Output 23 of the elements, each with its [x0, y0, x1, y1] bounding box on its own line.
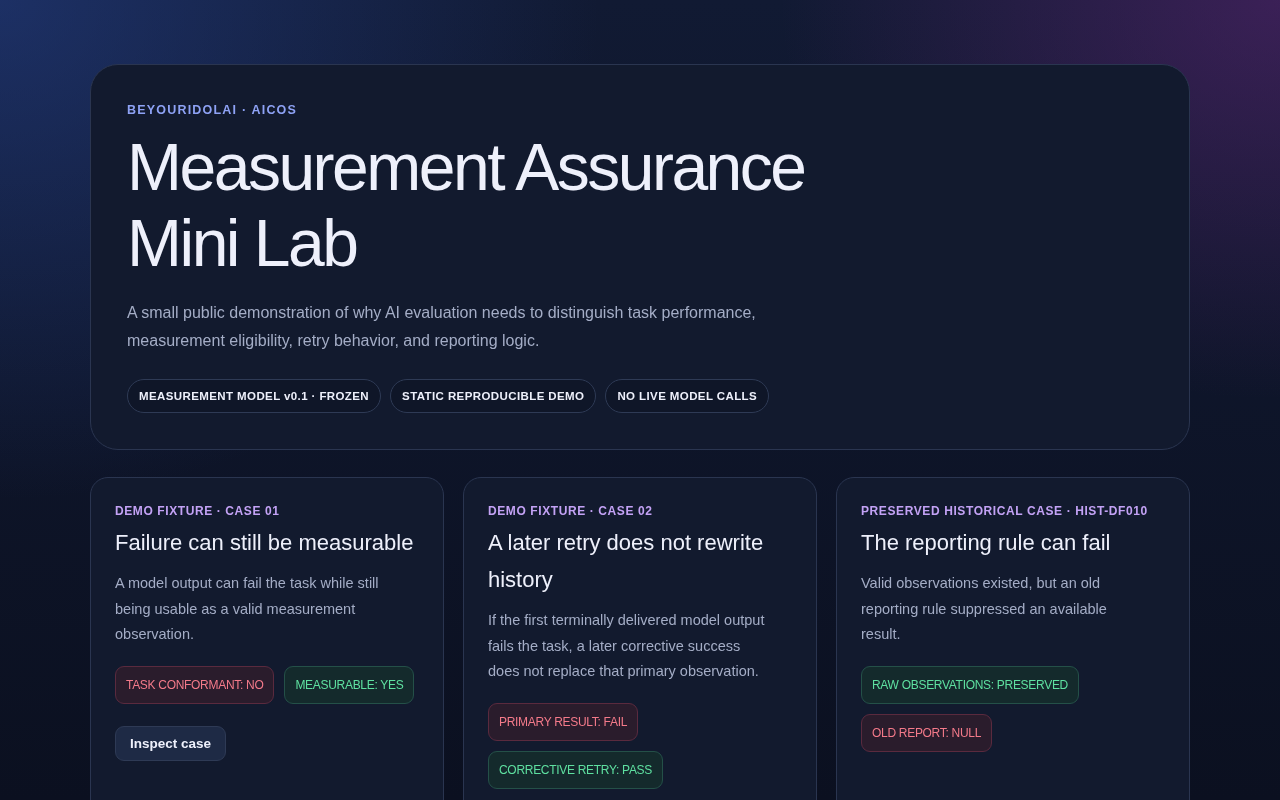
page-title: Measurement Assurance: [127, 129, 805, 205]
case-label: DEMO FIXTURE · CASE 02: [488, 504, 653, 518]
case-description: A model output can fail the task while still being usable as a valid measurement observation.: [115, 574, 380, 645]
case-description: If the first terminally delivered model output fails the task, a later corrective success does not replace that primary observation.: [488, 611, 766, 682]
status-badge: MEASURABLE: YES: [284, 665, 415, 704]
status-badge: RAW OBSERVATIONS: PRESERVED: [861, 665, 1079, 704]
status-badge: PRIMARY RESULT: FAIL: [488, 702, 639, 741]
case-title: The reporting rule can fail: [861, 529, 1111, 557]
hero-description: A small public demonstration of why AI evaluation needs to distinguish task performance, measurement eligibility, retry behavior, and reporting logic.: [127, 303, 757, 351]
info-chip: STATIC REPRODUCIBLE DEMO: [390, 379, 597, 413]
status-badge: CORRECTIVE RETRY: PASS: [488, 750, 663, 789]
case-label: DEMO FIXTURE · CASE 01: [115, 504, 280, 518]
status-badge: OLD REPORT: NULL: [861, 713, 992, 752]
brand-label: BEYOURIDOLAI · AICOS: [127, 103, 299, 117]
case-title: A later retry does not rewrite history: [488, 529, 765, 594]
status-badge: TASK CONFORMANT: NO: [115, 665, 275, 704]
info-chip: NO LIVE MODEL CALLS: [605, 379, 770, 413]
inspect-button[interactable]: Inspect case: [115, 725, 227, 761]
info-chip: MEASUREMENT MODEL v0.1 · FROZEN: [127, 379, 382, 413]
case-description: Valid observations existed, but an old reporting rule suppressed an available result.: [861, 574, 1108, 645]
case-label: PRESERVED HISTORICAL CASE · HIST-DF010: [861, 504, 1148, 518]
case-title: Failure can still be measurable: [115, 529, 414, 557]
page-title: Mini Lab: [127, 205, 357, 281]
